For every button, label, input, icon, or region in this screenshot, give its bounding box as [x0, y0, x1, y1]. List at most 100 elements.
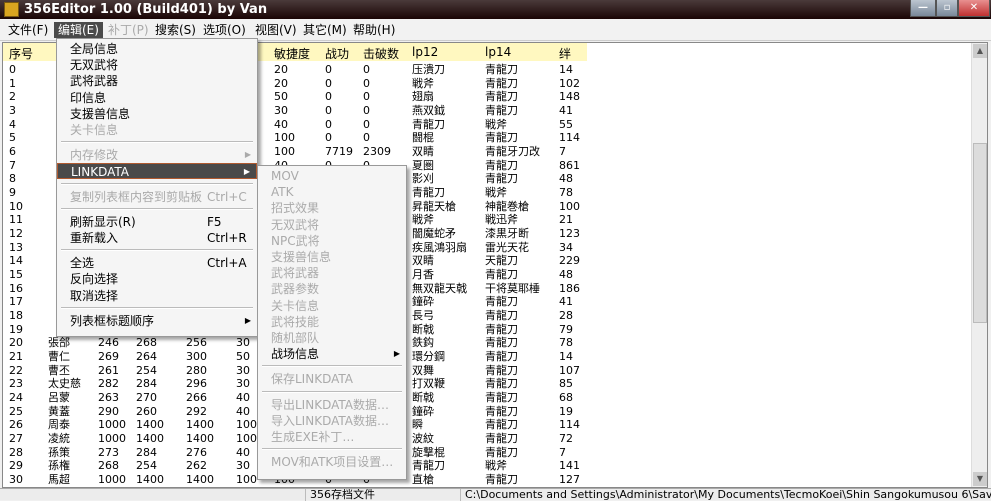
menu-item[interactable]: 保存LINKDATA	[258, 371, 406, 387]
column-header[interactable]: 击破数	[363, 45, 399, 62]
menu-item[interactable]: 武将武器	[57, 73, 257, 89]
table-cell: 孫策	[48, 445, 70, 459]
table-cell: 68	[559, 391, 573, 405]
column-header[interactable]: lp12	[412, 45, 438, 59]
table-cell: 40	[236, 445, 250, 459]
menu-item[interactable]: 支援兽信息	[258, 249, 406, 265]
table-cell: 0	[363, 76, 370, 90]
menu-item[interactable]: 随机部队	[258, 330, 406, 346]
menu-item-label: MOV和ATK项目设置…	[271, 455, 394, 470]
column-header[interactable]: 序号	[9, 45, 33, 62]
table-cell: 7	[559, 145, 566, 159]
table-cell: 昇龍天槍	[412, 199, 456, 213]
table-cell: 影刈	[412, 172, 434, 186]
app-icon	[4, 2, 19, 17]
menu-item[interactable]: NPC武将	[258, 233, 406, 249]
maximize-button[interactable]: ▫	[936, 0, 958, 17]
menu-item[interactable]: 关卡信息	[57, 122, 257, 138]
table-cell: 48	[559, 268, 573, 282]
table-cell: 0	[325, 76, 332, 90]
table-cell: 40	[236, 404, 250, 418]
menu-item-shortcut: F5	[207, 214, 222, 229]
table-cell: 30	[236, 377, 250, 391]
scroll-thumb[interactable]	[973, 143, 987, 323]
table-cell: 27	[9, 432, 23, 446]
column-header[interactable]: 战功	[325, 45, 349, 62]
column-header[interactable]: lp14	[485, 45, 511, 59]
table-cell: 30	[236, 363, 250, 377]
table-cell: 23	[9, 377, 23, 391]
table-cell: 21	[9, 350, 23, 364]
table-cell: 25	[9, 404, 23, 418]
column-header[interactable]: 敏捷度	[274, 45, 310, 62]
menu-item[interactable]: 导出LINKDATA数据…	[258, 397, 406, 413]
menu-4[interactable]: 选项(O)	[199, 22, 250, 38]
close-button[interactable]: ✕	[958, 0, 990, 17]
menu-item[interactable]: 武将技能	[258, 314, 406, 330]
table-cell: 双睛	[412, 145, 434, 159]
column-header[interactable]: 绊	[559, 45, 571, 62]
table-cell: 263	[98, 391, 119, 405]
table-cell: 280	[186, 363, 207, 377]
menu-5[interactable]: 视图(V)	[251, 22, 301, 38]
minimize-button[interactable]: —	[910, 0, 936, 17]
menu-item[interactable]: 重新载入 Ctrl+R	[57, 230, 257, 246]
menu-1[interactable]: 编辑(E)	[54, 22, 103, 38]
table-cell: 11	[9, 213, 23, 227]
menu-item[interactable]: 生成EXE补丁…	[258, 429, 406, 445]
table-cell: 青龍刀	[412, 117, 445, 131]
menu-item[interactable]: 全选 Ctrl+A	[57, 255, 257, 271]
table-cell: 0	[363, 131, 370, 145]
table-cell: 戦迅斧	[485, 213, 518, 227]
menu-item[interactable]: 刷新显示(R) F5	[57, 214, 257, 230]
menu-6[interactable]: 其它(M)	[299, 22, 351, 38]
menu-0[interactable]: 文件(F)	[4, 22, 52, 38]
menu-2[interactable]: 补丁(P)	[104, 22, 153, 38]
table-cell: 254	[136, 459, 157, 473]
menu-item[interactable]: 武将武器	[258, 265, 406, 281]
menu-item[interactable]: 内存修改 ▶	[57, 147, 257, 163]
table-cell: 40	[236, 391, 250, 405]
menu-item-label: 保存LINKDATA	[271, 372, 353, 387]
menu-item[interactable]: 列表框标题顺序 ▶	[57, 313, 257, 329]
scroll-down-icon[interactable]: ▼	[973, 472, 987, 486]
table-cell: 6	[9, 145, 16, 159]
menu-item[interactable]: 战场信息 ▶	[258, 346, 406, 362]
menu-item-label: 战场信息	[271, 347, 320, 362]
menu-item[interactable]: 无双武将	[258, 217, 406, 233]
menu-item[interactable]: 无双武将	[57, 57, 257, 73]
table-cell: 闇魔蛇矛	[412, 227, 456, 241]
menu-item[interactable]: 导入LINKDATA数据…	[258, 413, 406, 429]
menu-7[interactable]: 帮助(H)	[349, 22, 399, 38]
submenu-arrow-icon: ▶	[244, 150, 251, 160]
table-cell: 273	[98, 445, 119, 459]
table-cell: 1400	[186, 473, 214, 487]
table-cell: 断戟	[412, 322, 434, 336]
table-cell: 漆黒牙断	[485, 227, 529, 241]
table-cell: 269	[98, 350, 119, 364]
menu-item[interactable]: 招式效果	[258, 200, 406, 216]
menu-item[interactable]: 印信息	[57, 90, 257, 106]
menu-item[interactable]: LINKDATA ▶	[57, 163, 257, 180]
menu-item[interactable]: MOV	[258, 168, 406, 184]
table-cell: 28	[9, 445, 23, 459]
menu-item-label: 招式效果	[271, 201, 320, 216]
menu-item[interactable]: 取消选择	[57, 288, 257, 304]
menu-item[interactable]: 反向选择	[57, 271, 257, 287]
menu-3[interactable]: 搜索(S)	[151, 22, 200, 38]
menu-item[interactable]: 武器参数	[258, 281, 406, 297]
table-cell: 0	[325, 131, 332, 145]
menu-item[interactable]: 复制列表框内容到剪贴板 Ctrl+C	[57, 189, 257, 205]
menu-separator	[61, 182, 253, 185]
scroll-up-icon[interactable]: ▲	[973, 44, 987, 58]
menu-item[interactable]: 全局信息	[57, 41, 257, 57]
menu-item[interactable]: ATK	[258, 184, 406, 200]
vertical-scrollbar[interactable]: ▲ ▼	[971, 43, 987, 487]
menu-item[interactable]: MOV和ATK项目设置…	[258, 454, 406, 470]
table-cell: 青龍刀	[485, 104, 518, 117]
table-cell: 環分鋼	[412, 350, 445, 364]
table-cell: 双睛	[412, 254, 434, 268]
table-cell: 15	[9, 268, 23, 282]
menu-item[interactable]: 关卡信息	[258, 298, 406, 314]
menu-item[interactable]: 支援兽信息	[57, 106, 257, 122]
